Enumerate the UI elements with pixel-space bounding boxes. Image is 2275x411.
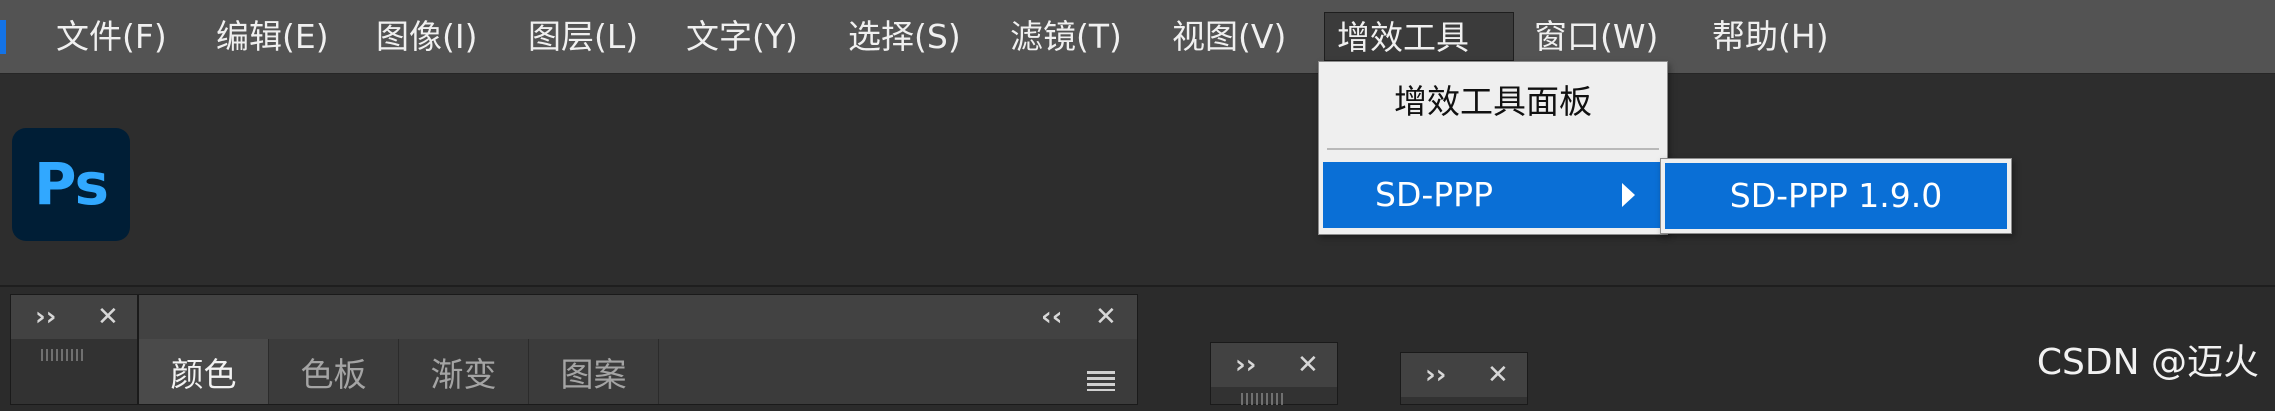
menu-layer[interactable]: 图层(L) <box>528 0 638 73</box>
close-icon[interactable]: ✕ <box>97 295 119 339</box>
close-icon[interactable]: ✕ <box>1297 343 1319 387</box>
collapse-panels-icon[interactable]: ›› <box>1425 353 1446 397</box>
menu-filter[interactable]: 滤镜(T) <box>1010 0 1122 73</box>
plugins-dropdown-menu: 增效工具面板 SD-PPP <box>1318 61 1668 235</box>
expand-panels-icon[interactable]: ‹‹ <box>1041 295 1062 339</box>
panel-header: ›› ✕ <box>1401 353 1527 397</box>
menu-image[interactable]: 图像(I) <box>376 0 477 73</box>
close-icon[interactable]: ✕ <box>1095 295 1117 339</box>
submenu-arrow-icon <box>1622 183 1635 207</box>
menu-plugins[interactable]: 增效工具 <box>1324 12 1514 61</box>
tab-patterns[interactable]: 图案 <box>529 339 659 404</box>
color-panel-group: ‹‹ ✕ 颜色 色板 渐变 图案 <box>138 294 1138 405</box>
menu-edit[interactable]: 编辑(E) <box>216 0 329 73</box>
collapse-panels-icon[interactable]: ›› <box>1235 343 1256 387</box>
menu-file[interactable]: 文件(F) <box>56 0 167 73</box>
panel-menu-icon[interactable] <box>1087 371 1115 391</box>
app-icon-edge <box>0 20 6 54</box>
tab-color[interactable]: 颜色 <box>139 339 269 404</box>
menu-item-sd-ppp-version[interactable]: SD-PPP 1.9.0 <box>1665 163 2007 229</box>
close-icon[interactable]: ✕ <box>1487 353 1509 397</box>
panel-header: ‹‹ ✕ <box>139 295 1137 339</box>
photoshop-logo: Ps <box>12 128 130 241</box>
menu-item-sd-ppp[interactable]: SD-PPP <box>1323 162 1663 228</box>
tab-swatches[interactable]: 色板 <box>269 339 399 404</box>
panel-grip[interactable] <box>41 349 85 361</box>
collapsed-panel-dock-middle: ›› ✕ <box>1210 342 1338 405</box>
collapsed-panel-dock-right: ›› ✕ <box>1400 352 1528 405</box>
sd-ppp-submenu: SD-PPP 1.9.0 <box>1660 158 2012 234</box>
collapse-panels-icon[interactable]: ›› <box>35 295 56 339</box>
panel-tabs: 颜色 色板 渐变 图案 <box>139 339 1137 404</box>
menu-select[interactable]: 选择(S) <box>848 0 961 73</box>
menu-item-plugins-panel[interactable]: 增效工具面板 <box>1319 76 1667 128</box>
panel-header: ›› ✕ <box>1211 343 1337 387</box>
menu-type[interactable]: 文字(Y) <box>686 0 798 73</box>
collapsed-panel-dock-left: ›› ✕ <box>10 294 138 405</box>
menu-separator <box>1327 148 1659 150</box>
watermark: CSDN @迈火 <box>2036 342 2259 383</box>
panel-grip[interactable] <box>1241 393 1285 405</box>
menu-view[interactable]: 视图(V) <box>1172 0 1286 73</box>
menu-item-label: SD-PPP <box>1375 175 1493 214</box>
menu-help[interactable]: 帮助(H) <box>1712 0 1829 73</box>
menu-bar: 文件(F) 编辑(E) 图像(I) 图层(L) 文字(Y) 选择(S) 滤镜(T… <box>0 0 2275 73</box>
tab-gradients[interactable]: 渐变 <box>399 339 529 404</box>
panel-header: ›› ✕ <box>11 295 137 339</box>
